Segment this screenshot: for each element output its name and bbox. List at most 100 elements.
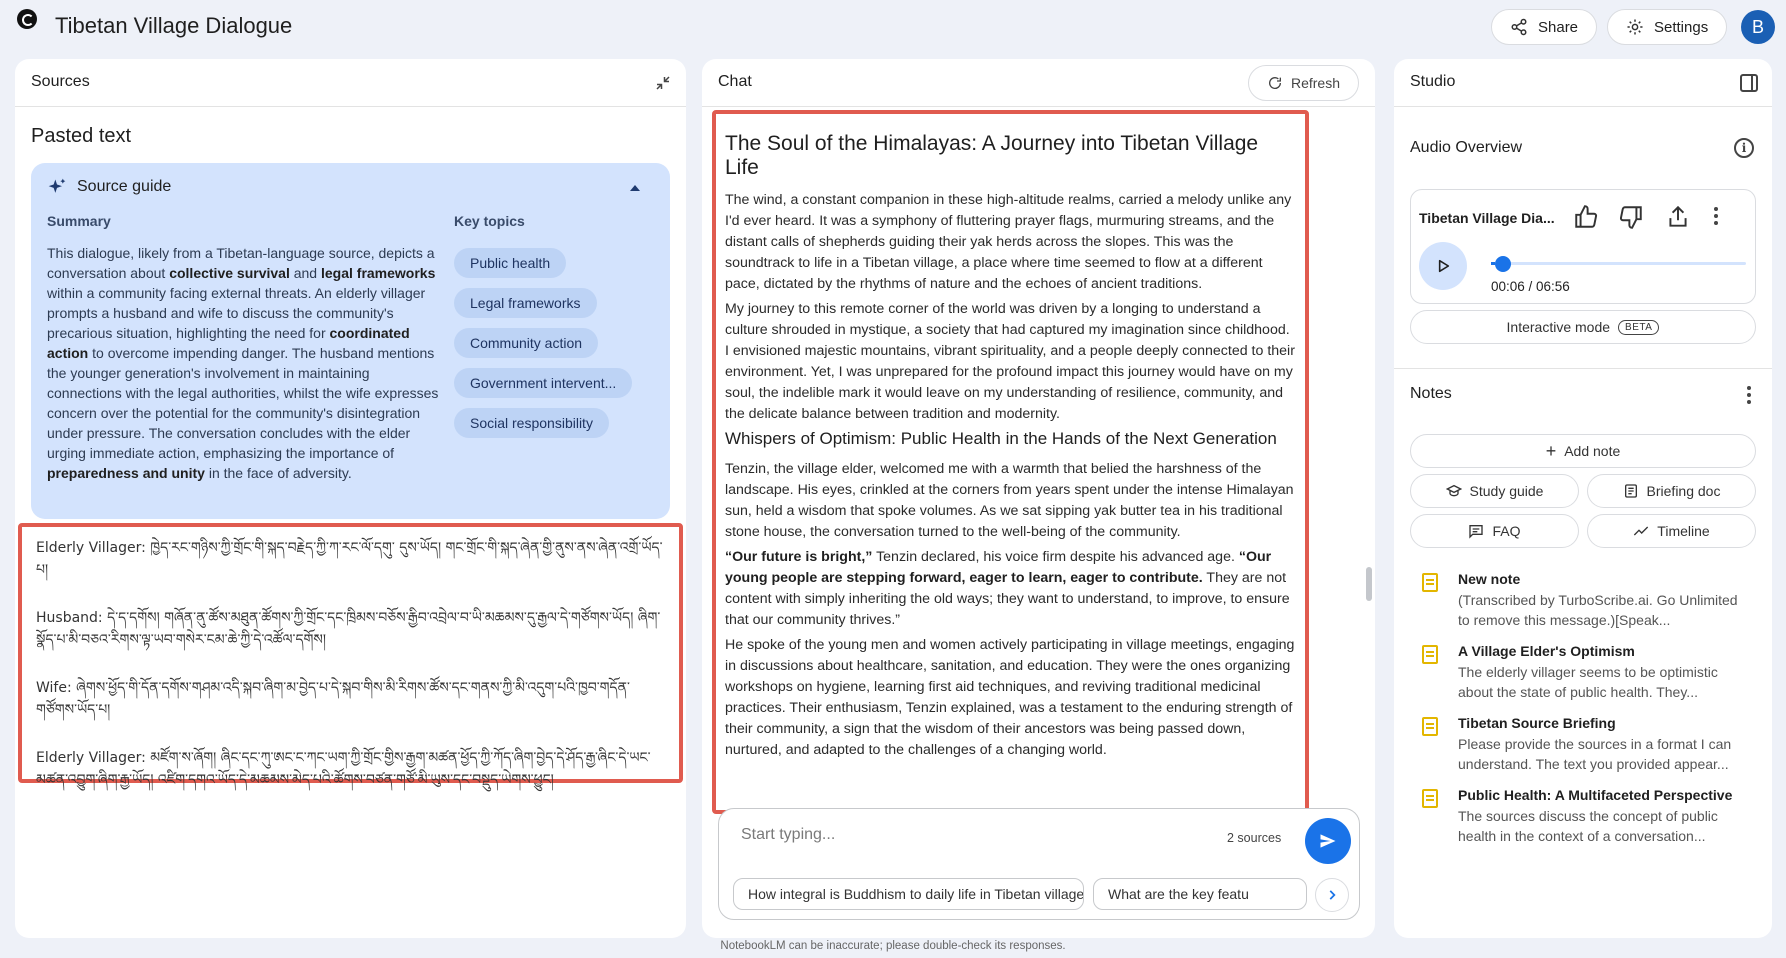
note-item[interactable]: New note (Transcribed by TurboScribe.ai.… [1410, 571, 1756, 633]
notebooklm-logo-icon[interactable] [17, 9, 37, 29]
next-suggestions-button[interactable] [1315, 878, 1349, 912]
notes-title: Notes [1410, 385, 1452, 402]
school-icon [1445, 484, 1462, 497]
dock-panel-icon[interactable] [1740, 74, 1758, 92]
note-item[interactable]: Public Health: A Multifaceted Perspectiv… [1410, 787, 1756, 849]
sparkle-icon [48, 178, 66, 193]
share-button[interactable]: Share [1491, 9, 1598, 45]
share-icon [1511, 18, 1527, 36]
note-title: A Village Elder's Optimism [1458, 643, 1635, 659]
sources-header: Sources [15, 59, 686, 107]
chat-composer: Start typing... 2 sources How integral i… [718, 808, 1360, 920]
add-note-button[interactable]: + Add note [1410, 434, 1756, 468]
note-icon [1422, 717, 1438, 736]
top-bar: Tibetan Village Dialogue Share Settings … [0, 0, 1786, 58]
note-preview: Please provide the sources in a format I… [1458, 736, 1732, 772]
collapse-icon[interactable] [654, 74, 672, 92]
share-icon[interactable] [1665, 204, 1691, 230]
info-icon[interactable]: i [1734, 138, 1754, 158]
key-topics-label: Key topics [454, 213, 525, 229]
studio-header: Studio [1394, 59, 1772, 107]
chevron-right-icon [1329, 890, 1336, 900]
chat-panel: Chat Refresh The Soul of the Himalayas: … [702, 59, 1375, 938]
settings-button[interactable]: Settings [1607, 9, 1728, 45]
audio-time: 00:06 / 06:56 [1491, 279, 1570, 294]
gear-icon [1627, 19, 1643, 35]
chat-scrollbar[interactable] [1366, 567, 1372, 601]
avatar[interactable]: B [1741, 10, 1775, 44]
topic-chip[interactable]: Government intervent... [454, 368, 633, 398]
suggested-question[interactable]: What are the key featu [1093, 878, 1307, 910]
play-icon [1438, 259, 1450, 273]
audio-name: Tibetan Village Dia... [1419, 210, 1555, 226]
plus-icon: + [1545, 440, 1557, 461]
source-title: Pasted text [31, 125, 132, 147]
summary-text: This dialogue, likely from a Tibetan-lan… [47, 245, 439, 481]
summary-label: Summary [47, 213, 111, 229]
play-button[interactable] [1419, 242, 1467, 290]
note-preview: The sources discuss the concept of publi… [1458, 808, 1718, 844]
note-preview: (Transcribed by TurboScribe.ai. Go Unlim… [1458, 592, 1738, 628]
chat-header: Chat Refresh [702, 59, 1375, 107]
send-icon [1320, 834, 1336, 848]
refresh-icon [1268, 77, 1281, 89]
chevron-up-icon[interactable] [630, 185, 640, 191]
settings-label: Settings [1654, 18, 1709, 36]
audio-progress-knob[interactable] [1494, 256, 1511, 272]
response-paragraph: The wind, a constant companion in these … [725, 192, 1292, 292]
share-label: Share [1538, 18, 1579, 36]
suggested-question[interactable]: How integral is Buddhism to daily life i… [733, 878, 1084, 910]
note-title: Public Health: A Multifaceted Perspectiv… [1458, 787, 1733, 803]
note-icon [1422, 789, 1438, 808]
dialogue-line: Wife: ཞེགས་ཕྱོད་གི་དོན་དགོས་གཤམ་འདི་སྐབ་… [36, 680, 630, 718]
study-guide-button[interactable]: Study guide [1410, 474, 1579, 508]
interactive-mode-button[interactable]: Interactive mode BETA [1410, 310, 1756, 344]
notebook-title[interactable]: Tibetan Village Dialogue [55, 13, 292, 39]
thumbs-down-icon[interactable] [1618, 204, 1644, 230]
source-guide-card: Source guide Summary This dialogue, like… [31, 163, 670, 519]
chat-bubble-icon [1469, 525, 1484, 539]
divider [1394, 368, 1772, 369]
interactive-mode-label: Interactive mode [1506, 319, 1611, 335]
note-icon [1422, 645, 1438, 664]
note-title: New note [1458, 571, 1521, 587]
topic-chip[interactable]: Legal frameworks [454, 288, 597, 318]
note-preview: The elderly villager seems to be optimis… [1458, 664, 1718, 700]
studio-panel: Studio Audio Overview i Tibetan Village … [1394, 59, 1772, 938]
dialogue-line: Elderly Villager: མཛོག་ས་ཞོག། ཞིང་དང་ཀུ་… [36, 750, 651, 788]
source-guide-title: Source guide [77, 178, 172, 195]
timeline-label: Timeline [1657, 523, 1710, 539]
note-item[interactable]: Tibetan Source Briefing Please provide t… [1410, 715, 1756, 777]
source-text-content: Elderly Villager: ཁྱེད་རང་གཉིས་ཀྱི་གྲོང་… [18, 523, 683, 788]
disclaimer-text: NotebookLM can be inaccurate; please dou… [720, 940, 1066, 952]
timeline-icon [1634, 526, 1649, 536]
audio-card: Tibetan Village Dia... 00:06 / 06:56 [1410, 189, 1756, 304]
study-guide-label: Study guide [1469, 483, 1544, 499]
topic-chip[interactable]: Community action [454, 328, 599, 358]
send-button[interactable] [1305, 818, 1351, 864]
source-count: 2 sources [1227, 831, 1282, 845]
faq-button[interactable]: FAQ [1410, 514, 1579, 548]
response-subheading: Whispers of Optimism: Public Health in t… [725, 429, 1277, 448]
more-vert-icon[interactable] [1747, 386, 1751, 407]
audio-progress-track[interactable] [1491, 262, 1746, 265]
chat-input[interactable]: Start typing... [741, 826, 835, 844]
topic-chip[interactable]: Social responsibility [454, 408, 609, 438]
thumbs-up-icon[interactable] [1573, 204, 1599, 230]
refresh-button[interactable]: Refresh [1247, 65, 1359, 101]
timeline-button[interactable]: Timeline [1587, 514, 1756, 548]
briefing-doc-label: Briefing doc [1646, 483, 1721, 499]
chat-response: The Soul of the Himalayas: A Journey int… [712, 110, 1309, 814]
briefing-doc-button[interactable]: Briefing doc [1587, 474, 1756, 508]
sources-title: Sources [31, 73, 90, 90]
note-title: Tibetan Source Briefing [1458, 715, 1616, 731]
response-quote-paragraph: “Our future is bright,” Tenzin declared,… [725, 549, 1290, 628]
topic-chip[interactable]: Public health [454, 248, 567, 278]
more-vert-icon[interactable] [1714, 207, 1718, 228]
sources-panel: Sources Pasted text Source guide Summary… [15, 59, 686, 938]
note-item[interactable]: A Village Elder's Optimism The elderly v… [1410, 643, 1756, 705]
document-icon [1624, 484, 1637, 498]
audio-overview-title: Audio Overview [1410, 139, 1523, 156]
source-guide-toggle[interactable]: Source guide [47, 177, 171, 197]
dialogue-line: Husband: དེ་ད་དགོས། གཞོན་ནུ་ཚོས་མཐུན་ཚོག… [36, 610, 661, 648]
